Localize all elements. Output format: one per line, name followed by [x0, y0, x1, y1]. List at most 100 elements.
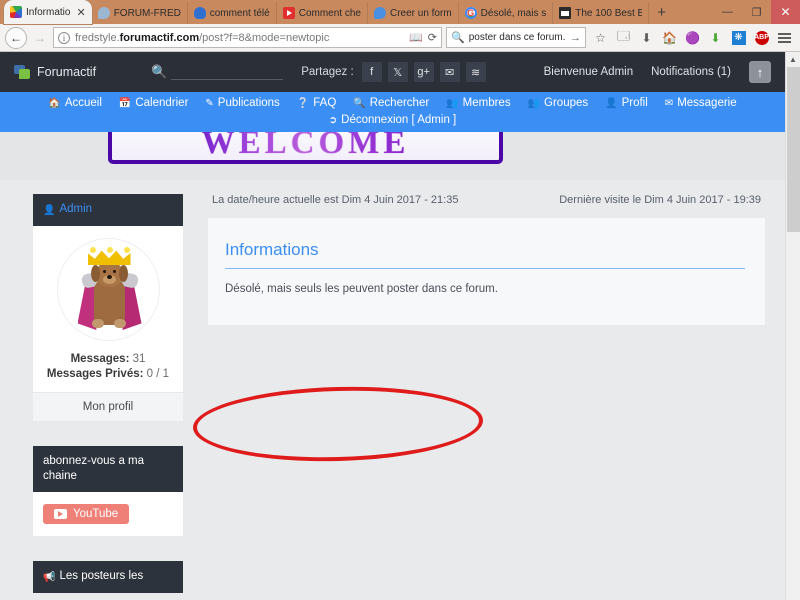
forum-search[interactable]: 🔍: [151, 64, 284, 80]
private-messages-value: 0 / 1: [146, 368, 170, 380]
browser-tab-3[interactable]: Comment che: [277, 2, 368, 24]
forum-nav-secondary: ➲ Déconnexion [ Admin ]: [0, 114, 785, 126]
profile-widget-body: Messages: 31 Messages Privés: 0 / 1: [33, 226, 183, 392]
scroll-to-top-icon[interactable]: ↑: [749, 61, 771, 83]
welcome-banner-image: WELCOME: [108, 132, 503, 164]
youtube-button-label: YouTube: [73, 508, 119, 520]
rss-icon[interactable]: ≋: [465, 62, 486, 82]
notifications-link[interactable]: Notifications (1): [651, 66, 731, 78]
browser-tab-5[interactable]: Désolé, mais s: [459, 2, 554, 24]
reload-icon[interactable]: ⟳: [428, 31, 437, 44]
menu-icon[interactable]: [774, 27, 795, 48]
tab-strip: Informatio ✕ FORUM-FRED comment télé Com…: [0, 0, 800, 24]
search-go-icon[interactable]: →: [570, 32, 581, 44]
nav-item-calendrier[interactable]: 📅 Calendrier: [119, 97, 189, 109]
profile-widget: 👤 Admin Messages: 31 Messages Privés: 0 …: [33, 194, 183, 421]
page-scrollbar[interactable]: ▲: [785, 52, 800, 600]
restore-button[interactable]: ❐: [742, 0, 771, 24]
home-icon[interactable]: 🏠: [659, 27, 680, 48]
search-input-value[interactable]: poster dans ce forum.: [469, 32, 566, 43]
youtube-subscribe-button[interactable]: YouTube: [43, 504, 130, 524]
browser-tab-6[interactable]: The 100 Best B: [553, 2, 650, 24]
messages-stat: Messages: 31: [43, 353, 173, 365]
envelope-icon: ✉: [664, 97, 674, 109]
information-panel: Informations Désolé, mais seuls les peuv…: [208, 218, 765, 325]
welcome-banner-text: WELCOME: [202, 132, 410, 160]
nav-label: Groupes: [544, 97, 589, 109]
new-tab-button[interactable]: +: [649, 2, 674, 24]
close-window-button[interactable]: ✕: [771, 0, 800, 24]
youtube-icon: [282, 7, 295, 19]
forum-banner: WELCOME: [0, 132, 785, 180]
library-icon[interactable]: 🗔: [613, 27, 634, 48]
googleplus-icon[interactable]: g+: [413, 62, 434, 82]
share-section: Partagez : f 𝕏 g+ ✉ ≋: [301, 62, 486, 82]
my-profile-link[interactable]: Mon profil: [33, 392, 183, 421]
addon-blue-icon[interactable]: ❋: [728, 27, 749, 48]
forumactif-brand[interactable]: Forumactif: [14, 64, 96, 80]
nav-item-messagerie[interactable]: ✉ Messagerie: [665, 97, 737, 109]
forum-nav-primary: 🏠 Accueil 📅 Calendrier ✎ Publications ❔ …: [0, 97, 785, 109]
address-bar[interactable]: i fredstyle.forumactif.com/post?f=8&mode…: [53, 27, 442, 48]
minimize-button[interactable]: —: [713, 0, 742, 24]
nav-label: Publications: [217, 97, 280, 109]
browser-tab-4[interactable]: Creer un form: [368, 2, 459, 24]
nav-item-deconnexion[interactable]: ➲ Déconnexion [ Admin ]: [329, 114, 456, 126]
scroll-up-arrow-icon[interactable]: ▲: [786, 52, 800, 67]
nav-item-faq[interactable]: ❔ FAQ: [297, 97, 336, 109]
chat-bubble-icon: [97, 7, 110, 19]
adblock-icon[interactable]: ABP: [751, 27, 772, 48]
date-bar: La date/heure actuelle est Dim 4 Juin 20…: [208, 194, 765, 218]
topbar-right: Bienvenue Admin Notifications (1) ↑: [544, 61, 771, 83]
facebook-icon[interactable]: f: [361, 62, 382, 82]
downloads-icon[interactable]: ⬇: [636, 27, 657, 48]
profile-widget-header: 👤 Admin: [33, 194, 183, 226]
top-posters-widget: 📢 Les posteurs les: [33, 561, 183, 593]
home-icon: 🏠: [48, 97, 61, 109]
browser-tab-2[interactable]: comment télé: [188, 2, 277, 24]
reader-mode-icon[interactable]: 📖: [409, 31, 423, 44]
nav-item-rechercher[interactable]: 🔍 Rechercher: [353, 97, 429, 109]
back-button[interactable]: ←: [5, 26, 27, 49]
forum-body: 👤 Admin Messages: 31 Messages Privés: 0 …: [0, 180, 785, 600]
nav-item-groupes[interactable]: 👥 Groupes: [528, 97, 589, 109]
nav-label: Membres: [462, 97, 511, 109]
tab-label: Informatio: [26, 6, 71, 18]
browser-tab-1[interactable]: FORUM-FRED: [92, 2, 188, 24]
nav-item-profil[interactable]: 👤 Profil: [605, 97, 648, 109]
book-icon: [559, 7, 572, 19]
search-icon: 🔍: [353, 97, 366, 109]
email-icon[interactable]: ✉: [439, 62, 460, 82]
nav-item-accueil[interactable]: 🏠 Accueil: [48, 97, 102, 109]
pocket-icon[interactable]: 🟣: [682, 27, 703, 48]
site-info-icon[interactable]: i: [58, 31, 70, 44]
youtube-widget-body: YouTube: [33, 492, 183, 536]
youtube-widget: abonnez-vous a ma chaine YouTube: [33, 446, 183, 536]
twitter-icon[interactable]: 𝕏: [387, 62, 408, 82]
search-icon[interactable]: 🔍: [151, 64, 167, 80]
logout-icon: ➲: [328, 114, 338, 126]
nav-item-publications[interactable]: ✎ Publications: [205, 97, 279, 109]
scrollbar-thumb[interactable]: [787, 67, 800, 232]
avatar-wrapper: [43, 238, 173, 341]
forward-button[interactable]: →: [31, 31, 49, 45]
messages-label: Messages:: [70, 353, 130, 365]
browser-tab-0[interactable]: Informatio ✕: [4, 0, 92, 24]
forum-page: Forumactif 🔍 Partagez : f 𝕏 g+ ✉ ≋ Bienv…: [0, 52, 785, 600]
window-controls: — ❐ ✕: [713, 0, 800, 24]
star-icon[interactable]: ☆: [590, 27, 611, 48]
panel-title: Informations: [225, 240, 745, 269]
nav-label: Rechercher: [369, 97, 430, 109]
nav-label: FAQ: [313, 97, 337, 109]
url-text: fredstyle.forumactif.com/post?f=8&mode=n…: [75, 31, 330, 44]
search-bar[interactable]: 🔍 poster dans ce forum. →: [446, 27, 586, 48]
close-icon[interactable]: ✕: [76, 6, 85, 19]
private-messages-stat: Messages Privés: 0 / 1: [43, 368, 173, 380]
forum-search-input[interactable]: [171, 67, 284, 80]
page-viewport: Forumactif 🔍 Partagez : f 𝕏 g+ ✉ ≋ Bienv…: [0, 52, 800, 600]
profile-username[interactable]: Admin: [59, 202, 92, 217]
nav-item-membres[interactable]: 👥 Membres: [446, 97, 510, 109]
sidebar: 👤 Admin Messages: 31 Messages Privés: 0 …: [33, 194, 183, 600]
avatar[interactable]: [56, 238, 160, 341]
download-green-icon[interactable]: ⬇: [705, 27, 726, 48]
